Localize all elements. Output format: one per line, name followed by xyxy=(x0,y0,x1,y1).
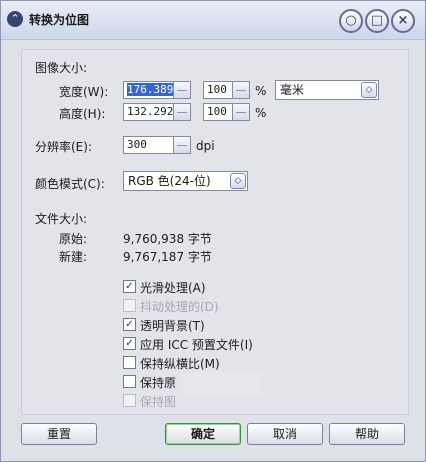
width-label: 宽度(W): xyxy=(59,85,109,99)
reset-button[interactable]: 重置 xyxy=(21,423,97,445)
convert-to-bitmap-dialog: ⌃ 转换为位图 ○ □ × 图像大小: 宽度(W): 176.389 100 %… xyxy=(0,0,426,462)
height-percent-unit: % xyxy=(255,106,267,120)
antialiasing-label: 光滑处理(A) xyxy=(140,281,206,295)
apply-icc-profile-label: 应用 ICC 预置文件(I) xyxy=(140,338,253,352)
tooltip-overlay xyxy=(183,373,261,395)
height-spinner[interactable] xyxy=(174,103,191,121)
transparent-background-checkbox[interactable]: ✓ xyxy=(123,318,136,331)
width-percent-spinner[interactable] xyxy=(233,81,250,99)
maintain-image-label: 保持图 xyxy=(140,395,177,409)
width-percent-unit: % xyxy=(255,84,267,98)
units-select-value: 毫米 xyxy=(280,83,305,97)
maintain-aspect-ratio-checkbox[interactable] xyxy=(123,356,136,369)
antialiasing-checkbox[interactable]: ✓ xyxy=(123,280,136,293)
chevron-down-icon[interactable]: ◇ xyxy=(361,82,377,98)
width-spinner[interactable] xyxy=(174,81,191,99)
ok-button[interactable]: 确定 xyxy=(165,423,241,445)
resolution-spinner[interactable] xyxy=(174,136,191,154)
maximize-button[interactable]: □ xyxy=(365,9,389,33)
color-mode-select[interactable]: RGB 色(24-位) ◇ xyxy=(123,171,248,191)
height-input[interactable]: 132.292 xyxy=(123,103,174,121)
transparent-background-label: 透明背景(T) xyxy=(140,319,205,333)
chevron-icon[interactable]: ⌃ xyxy=(7,11,23,27)
maintain-image-checkbox xyxy=(123,394,136,407)
new-size-value: 9,767,187 字节 xyxy=(123,250,212,264)
maintain-aspect-ratio-label: 保持纵横比(M) xyxy=(140,357,220,371)
resolution-input[interactable]: 300 xyxy=(123,136,174,154)
title-bar: ⌃ 转换为位图 ○ □ × xyxy=(1,1,425,40)
resolution-label: 分辨率(E): xyxy=(35,140,92,154)
new-size-label: 新建: xyxy=(59,250,88,264)
image-size-section-label: 图像大小: xyxy=(35,61,88,75)
help-button[interactable]: 帮助 xyxy=(329,423,405,445)
units-select[interactable]: 毫米 ◇ xyxy=(275,80,379,100)
file-size-section-label: 文件大小: xyxy=(35,212,88,226)
cancel-button[interactable]: 取消 xyxy=(247,423,323,445)
resolution-unit: dpi xyxy=(196,139,215,153)
width-input[interactable]: 176.389 xyxy=(123,81,174,99)
color-mode-label: 颜色模式(C): xyxy=(35,177,105,191)
height-percent-spinner[interactable] xyxy=(233,103,250,121)
chevron-down-icon[interactable]: ◇ xyxy=(230,173,246,189)
close-button[interactable]: × xyxy=(391,9,415,33)
maintain-original-size-checkbox[interactable] xyxy=(123,375,136,388)
original-size-label: 原始: xyxy=(59,232,88,246)
width-percent-input[interactable]: 100 xyxy=(203,81,233,99)
dithering-checkbox xyxy=(123,299,136,312)
height-label: 高度(H): xyxy=(59,107,106,121)
original-size-value: 9,760,938 字节 xyxy=(123,232,212,246)
apply-icc-profile-checkbox[interactable]: ✓ xyxy=(123,337,136,350)
maintain-original-size-label: 保持原 xyxy=(140,376,177,390)
height-percent-input[interactable]: 100 xyxy=(203,103,233,121)
dithering-label: 抖动处理的(D) xyxy=(140,300,219,314)
minimize-button[interactable]: ○ xyxy=(339,9,363,33)
window-title: 转换为位图 xyxy=(29,13,90,27)
color-mode-select-value: RGB 色(24-位) xyxy=(128,174,211,188)
